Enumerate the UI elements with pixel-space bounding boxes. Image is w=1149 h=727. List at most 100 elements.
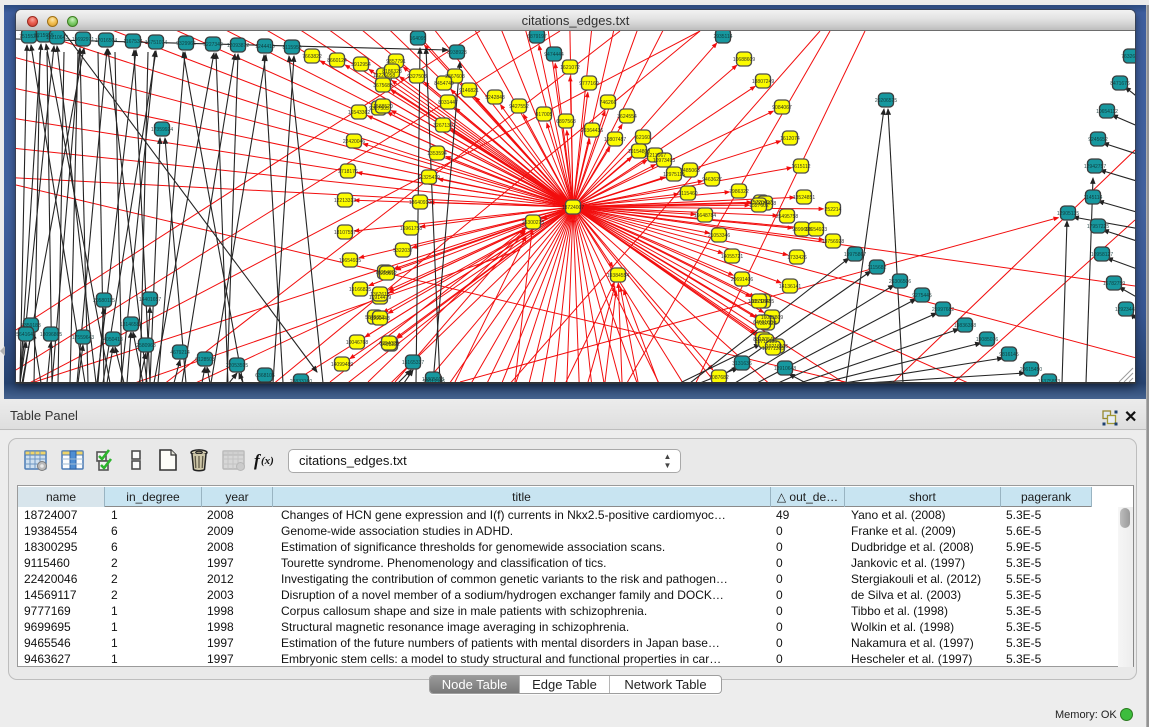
svg-text:7663822: 7663822 (302, 54, 322, 60)
svg-text:18724007: 18724007 (562, 205, 584, 211)
svg-text:13910648: 13910648 (774, 366, 796, 372)
svg-text:10807487: 10807487 (604, 137, 626, 143)
svg-text:62160: 62160 (636, 135, 650, 141)
svg-text:3912954: 3912954 (351, 62, 371, 68)
svg-text:4679214: 4679214 (170, 350, 190, 356)
svg-text:1733426: 1733426 (787, 255, 807, 261)
svg-text:14136141: 14136141 (779, 284, 801, 290)
svg-text:1621072: 1621072 (560, 65, 580, 71)
svg-text:17559643: 17559643 (72, 335, 94, 341)
svg-text:4050413: 4050413 (103, 337, 123, 343)
svg-text:8990448: 8990448 (370, 316, 390, 322)
svg-text:9245652: 9245652 (1088, 137, 1108, 143)
svg-text:10973493: 10973493 (653, 158, 675, 164)
svg-text:8454749: 8454749 (434, 81, 454, 87)
svg-text:17957225: 17957225 (1087, 224, 1109, 230)
svg-text:16648784: 16648784 (694, 213, 716, 219)
svg-text:1612074: 1612074 (780, 136, 800, 142)
svg-text:1362615: 1362615 (370, 292, 390, 298)
svg-text:19085076: 19085076 (976, 337, 998, 343)
svg-text:20364436: 20364436 (581, 128, 603, 134)
svg-text:9816145: 9816145 (999, 352, 1019, 358)
svg-text:10958127: 10958127 (1091, 252, 1113, 258)
svg-text:10688609: 10688609 (733, 57, 755, 63)
svg-text:12923448: 12923448 (1115, 307, 1135, 313)
svg-text:2087682: 2087682 (709, 375, 729, 381)
svg-text:19975867: 19975867 (844, 252, 866, 258)
svg-text:2867608: 2867608 (445, 74, 465, 80)
svg-text:1527602: 1527602 (749, 203, 769, 209)
svg-text:19836388: 19836388 (954, 323, 976, 329)
svg-text:1244415: 1244415 (255, 44, 275, 50)
svg-text:6897568: 6897568 (556, 119, 576, 125)
svg-text:2580963: 2580963 (136, 343, 156, 349)
svg-text:18096865: 18096865 (40, 332, 62, 338)
svg-text:1167534: 1167534 (123, 39, 142, 45)
svg-text:7632621: 7632621 (1121, 54, 1135, 60)
svg-text:16671365: 16671365 (762, 346, 784, 352)
svg-text:18107557: 18107557 (334, 230, 356, 236)
svg-text:9084067: 9084067 (772, 105, 792, 111)
svg-text:19756928: 19756928 (822, 239, 844, 245)
svg-text:25495758: 25495758 (776, 214, 798, 220)
svg-text:14099489: 14099489 (331, 362, 353, 368)
svg-text:12093872: 12093872 (227, 43, 249, 49)
svg-text:19654923: 19654923 (805, 227, 827, 233)
svg-text:8938923: 8938923 (447, 50, 467, 56)
svg-text:6128503: 6128503 (195, 357, 215, 363)
svg-text:7986322: 7986322 (729, 189, 749, 195)
svg-text:11325419: 11325419 (418, 175, 440, 181)
svg-text:7955812: 7955812 (377, 271, 397, 277)
svg-text:3624554: 3624554 (617, 114, 637, 120)
svg-text:20580115: 20580115 (93, 298, 115, 304)
svg-text:8471676: 8471676 (1110, 81, 1130, 87)
svg-text:26306506: 26306506 (889, 279, 911, 285)
svg-text:252214: 252214 (825, 207, 842, 213)
svg-text:14401657: 14401657 (139, 297, 161, 303)
svg-text:8660124: 8660124 (327, 58, 347, 64)
svg-text:13146585: 13146585 (120, 322, 142, 328)
svg-text:8186328: 8186328 (382, 69, 402, 75)
svg-text:9463627: 9463627 (702, 177, 722, 183)
svg-text:19166825: 19166825 (349, 287, 371, 293)
svg-text:9146821: 9146821 (459, 88, 479, 94)
svg-text:1615112: 1615112 (791, 164, 810, 170)
svg-text:16210643: 16210643 (46, 35, 68, 41)
svg-text:3131636: 3131636 (732, 361, 752, 367)
svg-text:20206575: 20206575 (875, 98, 897, 104)
svg-text:16782759: 16782759 (1103, 281, 1125, 287)
svg-text:9777169: 9777169 (579, 81, 599, 87)
svg-text:1353594: 1353594 (427, 151, 447, 157)
svg-text:9857791: 9857791 (386, 59, 406, 65)
svg-text:15692971: 15692971 (72, 37, 94, 43)
svg-text:8031447: 8031447 (438, 100, 458, 106)
svg-text:13524851: 13524851 (793, 195, 815, 201)
svg-text:20691406: 20691406 (731, 277, 753, 283)
svg-text:15751074: 15751074 (145, 40, 167, 46)
svg-text:(x): (x) (261, 455, 274, 467)
svg-text:21053346: 21053346 (708, 233, 730, 239)
svg-text:9227342: 9227342 (203, 42, 223, 48)
svg-text:12905135: 12905135 (1057, 211, 1079, 217)
svg-text:10719185: 10719185 (755, 339, 777, 345)
svg-text:18807249: 18807249 (752, 79, 774, 85)
svg-text:16543362: 16543362 (348, 110, 370, 116)
svg-text:5641643: 5641643 (16, 332, 36, 338)
svg-text:17359924: 17359924 (151, 127, 173, 133)
svg-text:6879197: 6879197 (527, 34, 547, 40)
svg-text:8115955: 8115955 (282, 45, 301, 51)
svg-text:14055721: 14055721 (721, 254, 743, 260)
svg-text:23833160: 23833160 (290, 379, 312, 383)
svg-text:9275445: 9275445 (912, 293, 932, 299)
svg-text:16961758: 16961758 (400, 226, 422, 232)
svg-text:12975115: 12975115 (663, 172, 685, 178)
svg-text:17016504: 17016504 (95, 38, 117, 44)
svg-text:22420046: 22420046 (343, 139, 365, 145)
svg-text:1145114: 1145114 (1084, 195, 1103, 201)
svg-text:9427552: 9427552 (509, 104, 529, 110)
svg-text:9242848: 9242848 (485, 95, 505, 101)
svg-text:15375853: 15375853 (1038, 379, 1060, 383)
svg-text:9115460: 9115460 (678, 191, 697, 197)
svg-text:1115682: 1115682 (868, 265, 887, 271)
svg-text:13805018: 13805018 (422, 377, 444, 383)
